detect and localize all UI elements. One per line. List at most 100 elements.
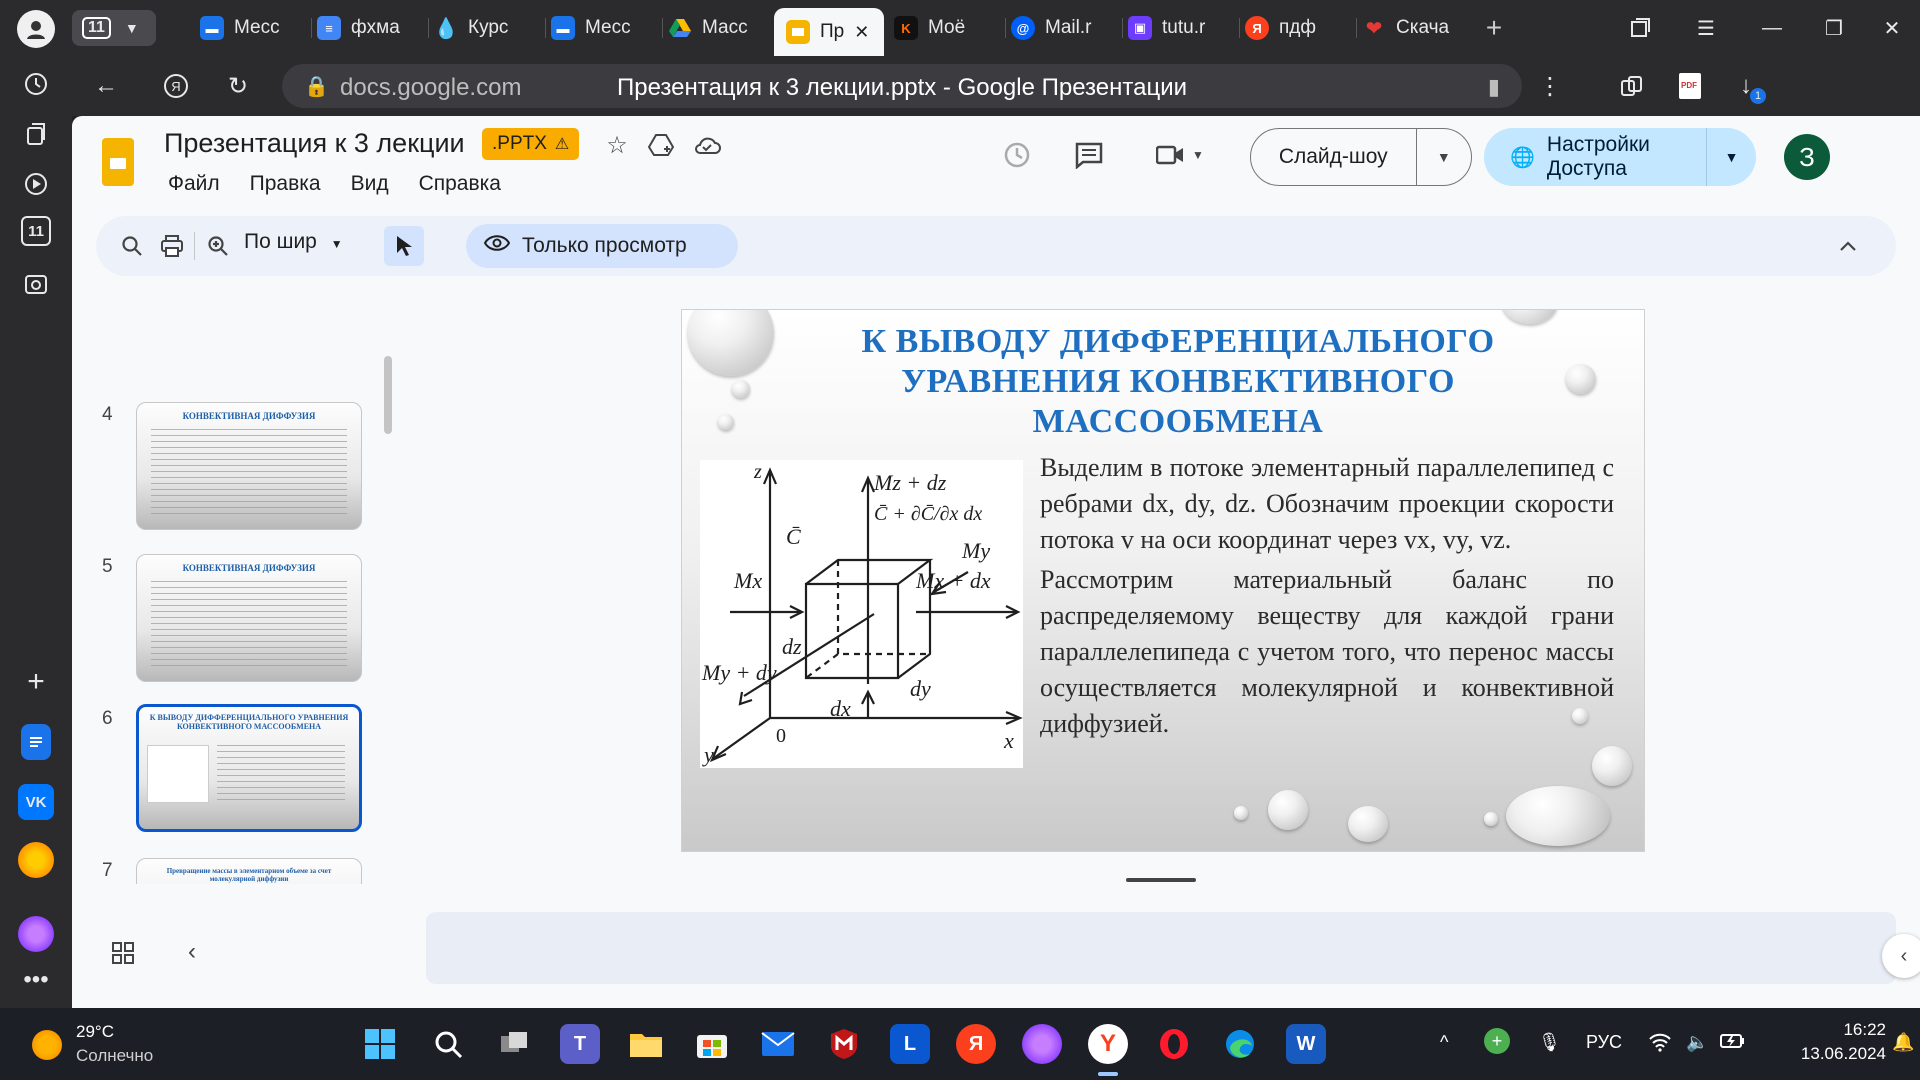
file-explorer-icon[interactable] — [626, 1024, 666, 1064]
word-icon[interactable]: W — [1286, 1024, 1326, 1064]
restore-icon[interactable]: ❐ — [1814, 12, 1854, 44]
meet-icon[interactable]: ▼ — [1152, 140, 1208, 170]
add-service-icon[interactable]: + — [18, 664, 54, 700]
grid-view-icon[interactable] — [112, 942, 134, 970]
tab-messenger-2[interactable]: ▬ Месс — [551, 10, 651, 46]
play-icon[interactable] — [18, 166, 54, 202]
print-icon[interactable] — [156, 230, 188, 262]
zoom-icon[interactable] — [202, 230, 234, 262]
more-vert-icon[interactable]: ⋮ — [1532, 68, 1568, 104]
chevron-down-icon[interactable]: ▼ — [1415, 129, 1472, 185]
notifications-icon[interactable]: 🔔 — [1892, 1032, 1914, 1053]
yandex-icon[interactable]: Я — [956, 1024, 996, 1064]
pdf-extension-icon[interactable]: PDF — [1672, 68, 1708, 104]
slideshow-button[interactable]: Слайд-шоу ▼ — [1250, 128, 1472, 186]
tab-mail[interactable]: @ Mail.r — [1011, 10, 1111, 46]
alice-icon[interactable] — [18, 916, 54, 952]
close-icon[interactable]: ✕ — [854, 22, 869, 43]
menu-edit[interactable]: Правка — [246, 170, 325, 198]
back-icon[interactable]: ← — [88, 68, 124, 104]
menu-icon[interactable]: ☰ — [1686, 12, 1726, 44]
edge-icon[interactable] — [1220, 1024, 1260, 1064]
zoom-select[interactable]: По шир ▼ — [244, 230, 343, 254]
store-icon[interactable] — [692, 1024, 732, 1064]
weather-service-icon[interactable] — [18, 842, 54, 878]
task-view-icon[interactable] — [494, 1024, 534, 1064]
star-icon[interactable]: ☆ — [602, 130, 632, 160]
more-icon[interactable]: ••• — [18, 962, 54, 998]
microphone-icon[interactable]: 🎙 — [1538, 1032, 1561, 1053]
weather-description[interactable]: Солнечно — [76, 1046, 153, 1066]
yandex-home-icon[interactable]: Я — [158, 68, 194, 104]
chevron-up-icon[interactable] — [1832, 230, 1864, 262]
opera-icon[interactable] — [1154, 1024, 1194, 1064]
sun-icon[interactable] — [32, 1030, 62, 1060]
notes-resize-handle[interactable] — [1126, 878, 1196, 882]
wifi-icon[interactable] — [1648, 1032, 1672, 1057]
chevron-up-icon[interactable]: ^ — [1440, 1032, 1448, 1053]
lingualeo-icon[interactable]: L — [890, 1024, 930, 1064]
slides-logo-icon[interactable] — [102, 138, 134, 186]
cloud-status-icon[interactable] — [692, 130, 722, 160]
version-history-icon[interactable] — [1002, 140, 1032, 170]
weather-temperature[interactable]: 29°C — [76, 1022, 114, 1042]
slide-thumbnail-5[interactable]: КОНВЕКТИВНАЯ ДИФФУЗИЯ — [136, 554, 362, 682]
move-to-drive-icon[interactable] — [646, 130, 676, 160]
pin-tabs-icon[interactable] — [1620, 12, 1660, 44]
tabs-count-icon[interactable]: 11 — [21, 216, 51, 246]
mcafee-icon[interactable] — [824, 1024, 864, 1064]
tab-drive[interactable]: Масс — [668, 10, 768, 46]
filmstrip-scrollbar[interactable] — [384, 356, 392, 434]
tab-messenger-1[interactable]: ▬ Месс — [200, 10, 300, 46]
slide-thumbnail-4[interactable]: КОНВЕКТИВНАЯ ДИФФУЗИЯ — [136, 402, 362, 530]
speaker-notes[interactable] — [426, 912, 1896, 984]
alice-icon[interactable] — [1022, 1024, 1062, 1064]
tab-tutu[interactable]: ▣ tutu.r — [1128, 10, 1228, 46]
bookmark-icon[interactable]: ▮ — [1488, 74, 1500, 100]
select-pointer-icon[interactable] — [384, 226, 424, 266]
slide-thumbnail-7[interactable]: Превращение массы в элементарном объеме … — [136, 858, 362, 884]
tab-pdf[interactable]: Япдф — [1245, 10, 1345, 46]
document-title[interactable]: Презентация к 3 лекции — [164, 128, 465, 159]
new-tab-button[interactable]: + — [1476, 10, 1512, 46]
history-icon[interactable] — [18, 66, 54, 102]
avatar[interactable]: З — [1784, 134, 1830, 180]
menu-view[interactable]: Вид — [347, 170, 393, 198]
close-window-icon[interactable]: ✕ — [1872, 12, 1912, 44]
url-bar[interactable]: 🔒 docs.google.com Презентация к 3 лекции… — [282, 64, 1522, 108]
start-icon[interactable] — [360, 1024, 400, 1064]
slide-thumbnail-6[interactable]: К ВЫВОДУ ДИФФЕРЕНЦИАЛЬНОГО УРАВНЕНИЯ КОН… — [136, 704, 362, 832]
vk-icon[interactable]: VK — [18, 784, 54, 820]
clock-date[interactable]: 13.06.2024 — [1766, 1044, 1886, 1064]
collapse-filmstrip-icon[interactable]: ‹ — [188, 938, 196, 966]
chevron-down-icon[interactable]: ▼ — [1706, 128, 1756, 186]
profile-icon[interactable] — [17, 10, 55, 48]
volume-icon[interactable]: 🔈 — [1686, 1032, 1708, 1053]
tab-slides-active[interactable]: Пр ✕ — [774, 8, 884, 56]
tray-app-icon[interactable]: + — [1484, 1028, 1510, 1054]
tab-moe[interactable]: K Моё — [894, 10, 994, 46]
screenshot-icon[interactable] — [18, 266, 54, 302]
tab-download[interactable]: ❤ Скача — [1362, 10, 1462, 46]
collections-icon[interactable] — [18, 116, 54, 152]
tab-docs[interactable]: ≡ фхма — [317, 10, 417, 46]
search-icon[interactable] — [116, 230, 148, 262]
clock-time[interactable]: 16:22 — [1806, 1020, 1886, 1040]
teams-icon[interactable]: T — [560, 1024, 600, 1064]
menu-help[interactable]: Справка — [415, 170, 505, 198]
collections-icon[interactable] — [1614, 68, 1650, 104]
downloads-icon[interactable]: ↓ 1 — [1728, 68, 1766, 104]
yandex-browser-icon[interactable]: Y — [1088, 1024, 1128, 1076]
search-icon[interactable] — [428, 1024, 468, 1064]
share-button[interactable]: 🌐 Настройки Доступа ▼ — [1484, 128, 1756, 186]
minimize-icon[interactable]: — — [1752, 12, 1792, 44]
tab-course[interactable]: 💧 Курс — [434, 10, 534, 46]
tab-counter-button[interactable]: 11 ▼ — [72, 10, 156, 46]
menu-file[interactable]: Файл — [164, 170, 224, 198]
battery-icon[interactable] — [1720, 1032, 1746, 1055]
side-panel-toggle-icon[interactable]: ‹ — [1882, 934, 1920, 978]
docs-service-icon[interactable] — [21, 724, 51, 760]
reload-icon[interactable]: ↻ — [220, 68, 256, 104]
pptx-badge[interactable]: .PPTX ⚠ — [482, 128, 580, 160]
language-indicator[interactable]: РУС — [1586, 1032, 1622, 1053]
